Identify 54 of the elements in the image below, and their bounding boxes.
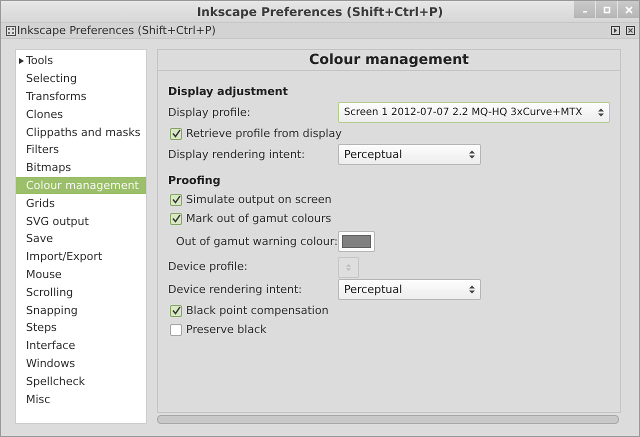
category-item[interactable]: Misc — [16, 390, 146, 408]
checkbox[interactable] — [170, 212, 182, 224]
category-item[interactable]: Transforms — [16, 88, 146, 106]
dropdown[interactable]: Perceptual — [338, 144, 481, 165]
maximize-icon — [602, 6, 610, 14]
checkbox-label: Retrieve profile from display — [186, 127, 342, 140]
category-item[interactable]: Import/Export — [16, 248, 146, 266]
checkbox[interactable] — [170, 304, 182, 316]
field-label: Display rendering intent: — [168, 148, 306, 161]
category-item[interactable]: Filters — [16, 140, 146, 159]
checkbox-label: Mark out of gamut colours — [186, 212, 332, 225]
category-item[interactable]: Tools — [16, 52, 146, 70]
category-item[interactable]: Clones — [16, 105, 146, 124]
field-label: Out of gamut warning colour: — [175, 234, 338, 248]
section-heading: Display adjustment — [168, 84, 289, 100]
up-down-arrows-icon — [598, 108, 604, 117]
scrollbar[interactable] — [157, 415, 619, 424]
category-item[interactable]: Bitmaps — [16, 158, 146, 177]
dropdown[interactable]: Screen 1 2012-07-07 2.2 MQ-HQ 3xCurve+MTX — [338, 102, 610, 123]
category-item[interactable]: Scrolling — [16, 283, 146, 302]
category-item[interactable]: Spellcheck — [16, 372, 146, 390]
panel-title: Colour management — [158, 50, 620, 71]
field-label: Device rendering intent: — [168, 283, 304, 296]
section-heading: Proofing — [168, 173, 222, 189]
category-item[interactable]: Clippaths and masks — [16, 123, 146, 141]
field-label: Display profile: — [168, 106, 252, 119]
dialog-icon — [6, 26, 16, 36]
checkbox[interactable] — [170, 194, 182, 206]
checkbox-label: Simulate output on screen — [186, 193, 332, 206]
up-down-arrows-icon — [469, 150, 475, 159]
window-title: Inkscape Preferences (Shift+Ctrl+P) — [196, 4, 444, 18]
dropdown[interactable]: Perceptual — [338, 279, 481, 300]
color-button[interactable] — [338, 230, 375, 252]
up-down-arrows-icon — [346, 263, 351, 272]
category-item[interactable]: Steps — [16, 318, 146, 337]
category-item[interactable]: Selecting — [16, 70, 146, 88]
close-icon — [624, 6, 632, 14]
category-item[interactable]: Grids — [16, 194, 146, 212]
field-label: Device profile: — [168, 260, 249, 272]
category-item[interactable]: Snapping — [16, 301, 146, 319]
category-item[interactable]: SVG output — [16, 212, 146, 230]
checkbox-label: Preserve black — [186, 323, 266, 336]
dock-title: Inkscape Preferences (Shift+Ctrl+P) — [17, 24, 216, 37]
checkbox[interactable] — [170, 324, 182, 336]
category-item[interactable]: Windows — [16, 354, 146, 372]
category-item[interactable]: Interface — [16, 336, 146, 355]
checkbox[interactable] — [170, 128, 182, 140]
close-icon[interactable] — [626, 26, 635, 35]
iconify-icon[interactable] — [611, 26, 620, 35]
up-down-arrows-icon — [469, 285, 475, 294]
checkbox-label: Black point compensation — [186, 304, 329, 317]
category-item[interactable]: Mouse — [16, 266, 146, 284]
category-item[interactable]: Save — [16, 230, 146, 248]
expander-icon[interactable] — [19, 58, 24, 64]
